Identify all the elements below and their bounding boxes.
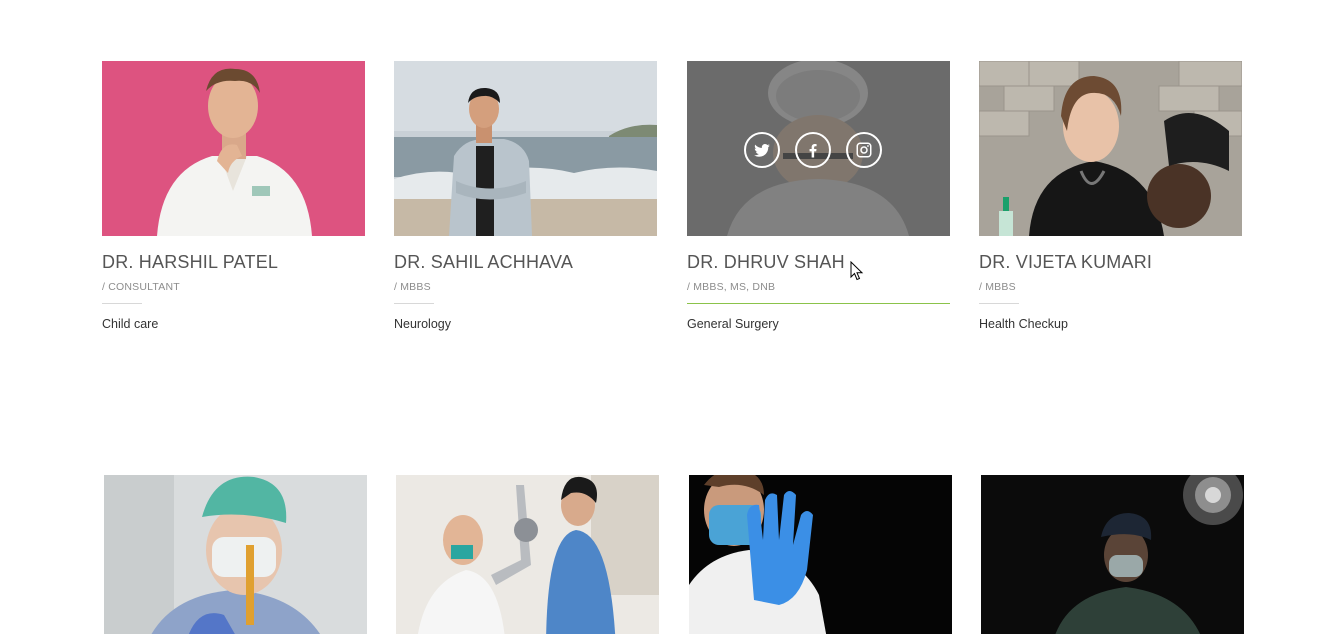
doctor-card[interactable] — [104, 475, 367, 634]
doctor-card[interactable]: DR. SAHIL ACHHAVA / MBBS Neurology — [394, 61, 657, 332]
doctor-name[interactable]: DR. HARSHIL PATEL — [102, 252, 365, 273]
doctor-specialty: Health Checkup — [979, 317, 1068, 331]
doctor-photo[interactable] — [104, 475, 367, 634]
doctor-qualification: / MBBS — [394, 281, 431, 293]
doctor-portrait-image — [396, 475, 659, 634]
doctor-name[interactable]: DR. VIJETA KUMARI — [979, 252, 1242, 273]
social-links — [744, 132, 882, 168]
doctor-card[interactable] — [396, 475, 659, 634]
doctor-photo[interactable] — [396, 475, 659, 634]
doctor-photo[interactable] — [979, 61, 1242, 236]
mouse-cursor-icon — [850, 261, 864, 281]
doctor-portrait-image — [104, 475, 367, 634]
instagram-button[interactable] — [846, 132, 882, 168]
doctor-specialty: Neurology — [394, 317, 451, 331]
doctor-qualification: / CONSULTANT — [102, 281, 180, 293]
doctor-portrait-image — [981, 475, 1244, 634]
doctor-qualification: / MBBS, MS, DNB — [687, 281, 776, 293]
doctor-portrait-image — [102, 61, 365, 236]
doctor-photo[interactable] — [689, 475, 952, 634]
divider-line — [979, 303, 1019, 304]
divider-line — [102, 303, 142, 304]
doctor-name[interactable]: DR. SAHIL ACHHAVA — [394, 252, 657, 273]
doctor-portrait-image — [979, 61, 1242, 236]
doctor-photo[interactable] — [394, 61, 657, 236]
facebook-icon — [809, 144, 817, 158]
doctor-photo[interactable] — [981, 475, 1244, 634]
doctor-portrait-image — [689, 475, 952, 634]
doctor-name[interactable]: DR. DHRUV SHAH — [687, 252, 950, 273]
doctor-portrait-image — [394, 61, 657, 236]
doctor-card-hovered[interactable]: DR. DHRUV SHAH / MBBS, MS, DNB General S… — [687, 61, 950, 332]
doctor-card[interactable]: DR. HARSHIL PATEL / CONSULTANT Child car… — [102, 61, 365, 332]
doctor-specialty: General Surgery — [687, 317, 779, 331]
twitter-icon — [754, 144, 770, 157]
doctor-specialty: Child care — [102, 317, 159, 331]
twitter-button[interactable] — [744, 132, 780, 168]
divider-line-active — [687, 303, 950, 304]
divider-line — [394, 303, 434, 304]
doctor-card[interactable]: DR. VIJETA KUMARI / MBBS Health Checkup — [979, 61, 1242, 332]
doctor-photo[interactable] — [102, 61, 365, 236]
doctors-team-page: DR. HARSHIL PATEL / CONSULTANT Child car… — [0, 0, 1322, 634]
instagram-icon — [856, 142, 872, 158]
doctor-photo[interactable] — [687, 61, 950, 236]
doctor-card[interactable] — [981, 475, 1244, 634]
doctor-card[interactable] — [689, 475, 952, 634]
doctor-qualification: / MBBS — [979, 281, 1016, 293]
facebook-button[interactable] — [795, 132, 831, 168]
